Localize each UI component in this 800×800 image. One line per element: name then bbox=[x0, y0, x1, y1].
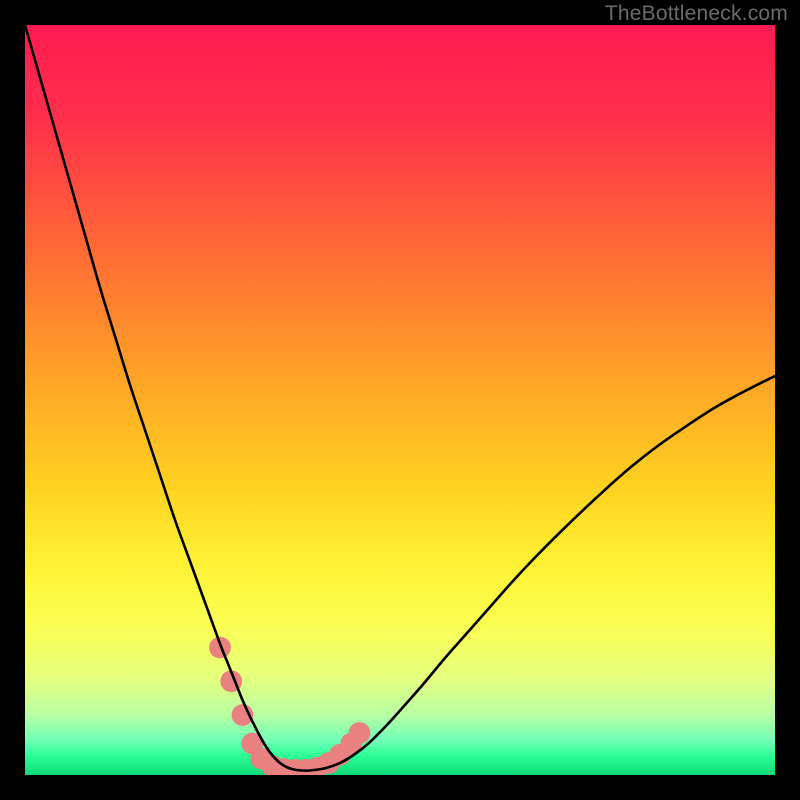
curve-marker bbox=[349, 722, 371, 744]
outer-frame: TheBottleneck.com bbox=[0, 0, 800, 800]
watermark-text: TheBottleneck.com bbox=[605, 2, 788, 26]
bottleneck-curve bbox=[25, 25, 775, 771]
marker-group bbox=[209, 637, 370, 775]
chart-canvas bbox=[25, 25, 775, 775]
plot-area bbox=[25, 25, 775, 775]
curve-marker bbox=[209, 637, 231, 659]
